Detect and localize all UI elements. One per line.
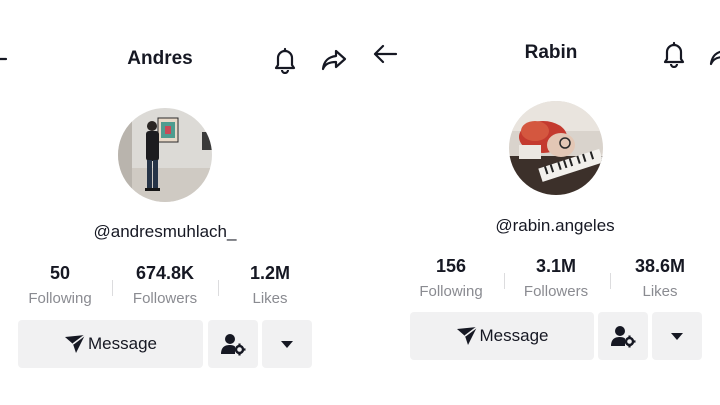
share-icon[interactable] <box>708 42 720 68</box>
profile-panel-rabin: Rabin @rabin.angeles 156 Following 3.1M … <box>360 0 720 397</box>
bell-icon[interactable] <box>661 40 687 68</box>
divider <box>504 273 505 289</box>
followers-count: 674.8K <box>135 263 195 283</box>
message-label: Message <box>479 326 549 345</box>
stat-followers[interactable]: 3.1M Followers <box>506 256 606 300</box>
more-dropdown-button[interactable] <box>652 312 702 360</box>
followers-count: 3.1M <box>535 256 577 276</box>
add-friend-button[interactable] <box>208 320 258 368</box>
chevron-down-icon <box>670 332 684 341</box>
likes-label: Likes <box>642 283 678 300</box>
divider <box>218 280 219 296</box>
avatar[interactable] <box>118 108 212 202</box>
username-handle: @rabin.angeles <box>495 216 615 235</box>
following-count: 50 <box>49 263 71 283</box>
add-friend-icon <box>220 332 246 356</box>
divider <box>112 280 113 296</box>
following-label: Following <box>28 290 92 307</box>
share-icon[interactable] <box>320 47 348 73</box>
following-label: Following <box>419 283 483 300</box>
followers-label: Followers <box>523 283 589 300</box>
stat-following[interactable]: 50 Following <box>10 263 110 307</box>
likes-count: 1.2M <box>249 263 291 283</box>
add-friend-icon <box>610 324 636 348</box>
profile-panel-andres: Andres @andresmuhlach_ 50 Following 674.… <box>0 0 360 405</box>
following-count: 156 <box>435 256 467 276</box>
send-icon <box>64 334 86 354</box>
message-button[interactable]: Message <box>410 312 594 360</box>
add-friend-button[interactable] <box>598 312 648 360</box>
stat-likes[interactable]: 38.6M Likes <box>610 256 710 300</box>
more-dropdown-button[interactable] <box>262 320 312 368</box>
likes-label: Likes <box>252 290 288 307</box>
bell-icon[interactable] <box>272 46 298 74</box>
stat-following[interactable]: 156 Following <box>401 256 501 300</box>
message-label: Message <box>88 334 157 353</box>
likes-count: 38.6M <box>634 256 686 276</box>
message-button[interactable]: Message <box>18 320 203 368</box>
stat-followers[interactable]: 674.8K Followers <box>115 263 215 307</box>
stat-likes[interactable]: 1.2M Likes <box>220 263 320 307</box>
avatar[interactable] <box>509 101 603 195</box>
chevron-down-icon <box>280 340 294 349</box>
followers-label: Followers <box>132 290 198 307</box>
send-icon <box>456 326 478 346</box>
username-handle: @andresmuhlach_ <box>93 222 237 241</box>
